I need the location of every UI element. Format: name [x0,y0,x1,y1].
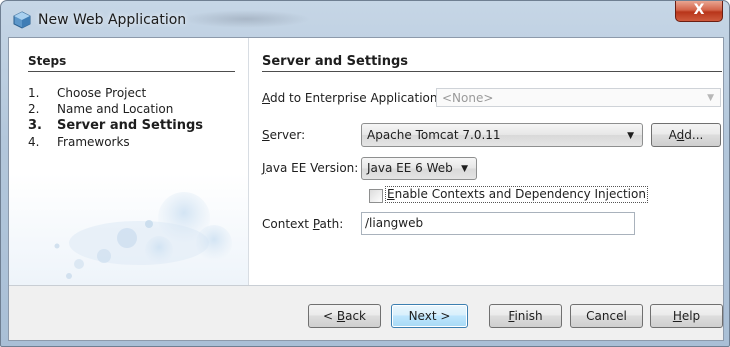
enterprise-app-label: Add to Enterprise Application: [262,91,442,105]
mnemonic-char: A [262,91,270,105]
label-text: nable Contexts and Dependency Injection [394,187,646,201]
dialog-client-area: Steps 1. Choose Project 2. Name and Locati… [8,37,724,341]
server-select[interactable]: Apache Tomcat 7.0.11 ▼ [361,123,643,147]
netbeans-cube-icon [13,11,31,29]
cancel-button[interactable]: Cancel [570,304,643,328]
window-title: New Web Application [38,12,187,28]
chevron-down-icon: ▼ [461,164,468,174]
step-item-frameworks: 4. Frameworks [28,135,130,150]
button-text: < [322,309,337,323]
java-ee-version-label: Java EE Version: [262,161,358,175]
enterprise-app-select: <None> ▼ [436,88,721,107]
mnemonic-char: P [312,217,320,231]
steps-divider [28,71,235,72]
step-label: Choose Project [57,86,147,100]
button-text: A [668,128,677,142]
enterprise-app-value: <None> [442,91,494,105]
label-text: ath: [319,217,344,231]
steps-panel: Steps 1. Choose Project 2. Name and Locati… [9,38,249,285]
back-button[interactable]: < Back [308,304,381,328]
chevron-down-icon: ▼ [707,93,714,103]
add-server-button[interactable]: Add... [651,123,721,147]
label-text: dd to Enterprise Application: [270,91,442,105]
step-label: Name and Location [57,102,174,116]
java-ee-version-select[interactable]: Java EE 6 Web ▼ [361,157,477,180]
java-ee-version-value: Java EE 6 Web [367,161,453,175]
close-button[interactable]: X [675,1,723,22]
step-number: 4. [28,135,40,149]
next-button[interactable]: Next > [391,304,468,328]
button-text: d... [684,128,704,142]
step-item-choose-project: 1. Choose Project [28,86,146,101]
step-item-server-and-settings: 3. Server and Settings [28,118,203,133]
decorative-bubbles-image [54,192,232,279]
label-text: Context [262,217,313,231]
title-bar-blur [181,10,311,28]
label-text: erver: [269,128,306,142]
mnemonic-char: B [336,309,346,323]
button-text: elp [681,309,701,323]
title-bar[interactable]: New Web Application X [1,1,729,37]
step-number: 1. [28,86,40,100]
dialog-window: New Web Application X Steps 1. Choose Pro… [0,0,730,347]
close-icon: X [693,2,705,18]
context-path-label: Context Path: [262,217,343,231]
content-divider [262,71,722,72]
label-text: ava EE Version: [265,161,359,175]
server-value: Apache Tomcat 7.0.11 [367,128,501,142]
mnemonic-char: S [262,128,270,142]
mnemonic-char: H [672,309,682,323]
finish-button[interactable]: Finish [489,304,562,328]
context-path-input[interactable]: /liangweb [361,212,635,235]
button-text: ack [345,309,366,323]
step-number: 2. [28,102,40,116]
step-item-name-and-location: 2. Name and Location [28,102,173,117]
steps-title: Steps [28,54,67,68]
chevron-down-icon: ▼ [627,131,634,141]
button-text: inish [514,309,543,323]
enable-cdi-checkbox[interactable] [369,189,383,203]
step-label: Frameworks [57,135,130,149]
enable-cdi-label[interactable]: Enable Contexts and Dependency Injection [385,186,648,203]
help-button[interactable]: Help [650,304,723,328]
step-label: Server and Settings [57,118,204,133]
mnemonic-char: E [387,187,395,201]
server-label: Server: [262,128,305,142]
step-number: 3. [28,118,42,133]
page-title: Server and Settings [262,54,409,69]
